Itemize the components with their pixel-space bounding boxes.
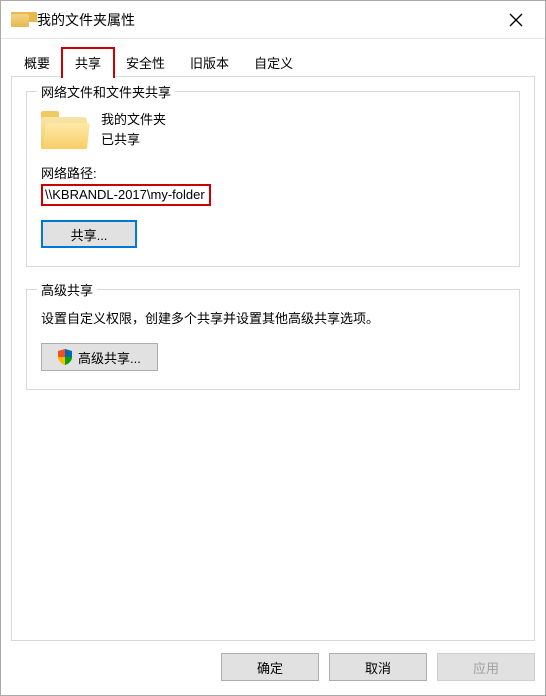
share-status: 已共享 [101,130,166,150]
folder-large-icon [41,111,87,149]
shield-icon [58,349,72,365]
dialog-footer: 确定 取消 应用 [1,641,545,695]
tabs: 概要 共享 安全性 旧版本 自定义 [11,49,535,77]
apply-button[interactable]: 应用 [437,653,535,681]
folder-icon [11,12,29,27]
window-title: 我的文件夹属性 [37,10,135,30]
advanced-share-label: 高级共享... [78,348,141,367]
ok-button[interactable]: 确定 [221,653,319,681]
folder-name: 我的文件夹 [101,110,166,130]
network-path-label: 网络路径: [41,163,505,182]
folder-info-row: 我的文件夹 已共享 [41,110,505,149]
tab-custom[interactable]: 自定义 [241,48,306,77]
share-button[interactable]: 共享... [41,220,137,248]
dialog-body: 概要 共享 安全性 旧版本 自定义 网络文件和文件夹共享 我的文件夹 已共享 网 [1,39,545,641]
group-title: 网络文件和文件夹共享 [37,82,175,101]
tab-share[interactable]: 共享 [62,48,114,77]
network-share-group: 网络文件和文件夹共享 我的文件夹 已共享 网络路径: \\KBRANDL-201… [26,91,520,267]
tab-previous-versions[interactable]: 旧版本 [177,48,242,77]
advanced-share-group: 高级共享 设置自定义权限，创建多个共享并设置其他高级共享选项。 高级共享... [26,289,520,390]
tab-security[interactable]: 安全性 [113,48,178,77]
close-button[interactable] [495,5,537,35]
cancel-button[interactable]: 取消 [329,653,427,681]
tab-summary[interactable]: 概要 [11,48,63,77]
close-icon [509,13,523,27]
share-panel: 网络文件和文件夹共享 我的文件夹 已共享 网络路径: \\KBRANDL-201… [11,76,535,641]
group-title: 高级共享 [37,280,97,299]
advanced-share-button[interactable]: 高级共享... [41,343,158,371]
titlebar: 我的文件夹属性 [1,1,545,39]
advanced-share-desc: 设置自定义权限，创建多个共享并设置其他高级共享选项。 [41,308,505,327]
network-path-value: \\KBRANDL-2017\my-folder [41,184,211,206]
properties-dialog: 我的文件夹属性 概要 共享 安全性 旧版本 自定义 网络文件和文件夹共享 [0,0,546,696]
